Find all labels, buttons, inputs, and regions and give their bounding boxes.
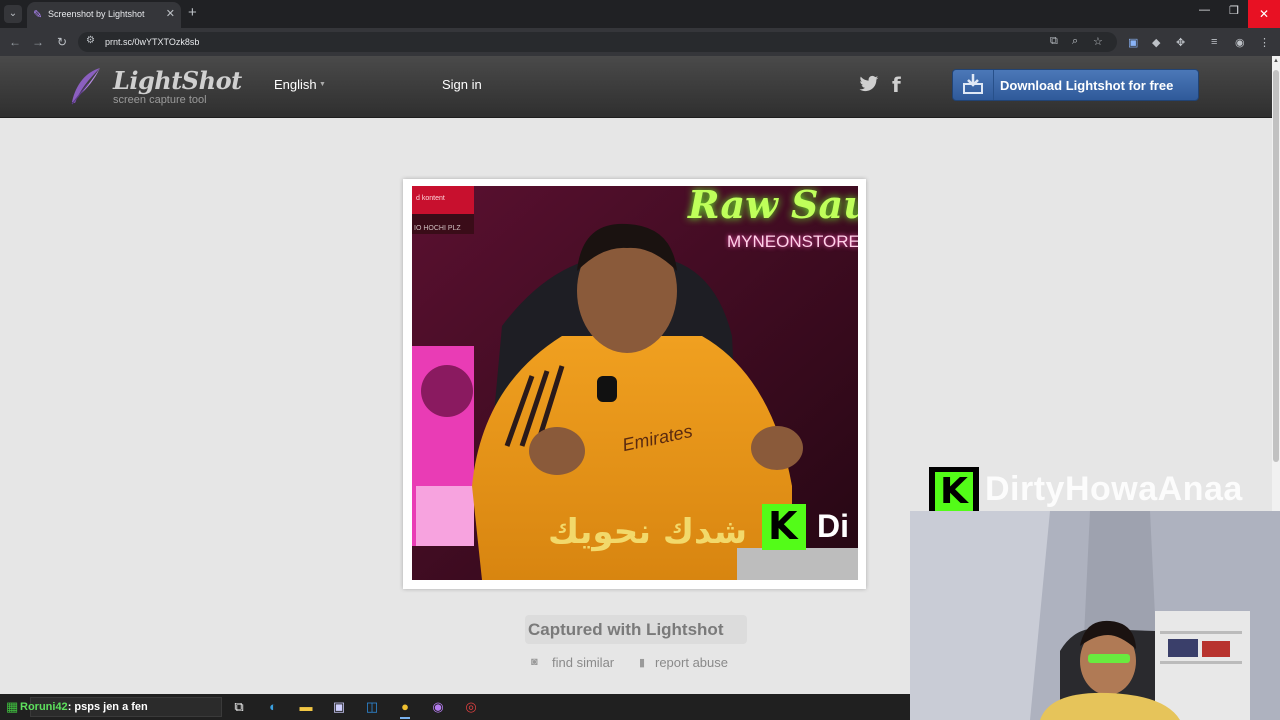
install-app-icon[interactable]: ⧉ — [1050, 35, 1058, 48]
profile-icon[interactable]: ◉ — [1235, 36, 1245, 49]
streamer-name: DirtyHowaAnaa — [985, 470, 1243, 508]
report-abuse-link[interactable]: report abuse — [655, 655, 728, 670]
search-user: Roruni42 — [20, 701, 68, 713]
download-button-label: Download Lightshot for free — [1000, 78, 1174, 93]
arabic-caption: شدك نحويك — [548, 512, 748, 552]
twitter-icon[interactable] — [859, 75, 879, 93]
browser-tab[interactable]: ✎ Screenshot by Lightshot ✕ — [27, 2, 181, 28]
scrollbar-thumb[interactable] — [1273, 70, 1279, 462]
kick-letter: K — [768, 504, 798, 548]
webcam-scene — [910, 511, 1280, 720]
new-tab-icon[interactable]: + — [188, 5, 197, 21]
camera-icon: ◙ — [531, 656, 538, 668]
menu-icon[interactable]: ⋮ — [1259, 36, 1270, 49]
back-icon[interactable]: ← — [9, 35, 21, 49]
chevron-down-icon[interactable]: ▼ — [319, 81, 326, 88]
forward-icon[interactable]: → — [32, 35, 44, 49]
task-view-icon[interactable]: ⧉ — [230, 698, 248, 716]
site-info-icon[interactable]: ⚙ — [86, 35, 95, 46]
store-icon[interactable]: ▣ — [330, 698, 348, 716]
kick-partial-text: Di — [817, 508, 849, 544]
kick-logo-icon: K — [935, 472, 973, 512]
search-message: : psps jen a fen — [67, 701, 148, 713]
messenger-icon[interactable]: ◉ — [429, 698, 447, 716]
download-button[interactable]: Download Lightshot for free — [952, 69, 1199, 101]
browser-tab-bar: ⌄ ✎ Screenshot by Lightshot ✕ + — ❐ ✕ — [0, 0, 1280, 28]
tab-title: Screenshot by Lightshot — [48, 9, 145, 19]
flag-icon: ▮ — [639, 657, 646, 669]
logo-subtitle: screen capture tool — [113, 94, 207, 106]
corner-label-bottom: IO HOCHI PLZ — [414, 225, 461, 232]
screenshot-image[interactable]: d kontent IO HOCHI PLZ Raw Sauce MYNEONS… — [412, 186, 858, 580]
find-similar-link[interactable]: find similar — [552, 655, 614, 670]
download-icon — [963, 70, 994, 100]
feather-logo-icon — [71, 68, 100, 105]
language-selector[interactable]: English — [274, 77, 317, 92]
restore-icon[interactable]: ❐ — [1229, 4, 1239, 17]
address-bar[interactable]: ⚙ prnt.sc/0wYTXTOzk8sb ⧉ ⌕ ☆ — [78, 32, 1117, 52]
chrome-icon[interactable]: ● — [396, 698, 414, 719]
tab-close-icon[interactable]: ✕ — [166, 7, 175, 20]
window-close-icon[interactable]: ✕ — [1248, 0, 1280, 28]
obs-icon[interactable]: ◎ — [462, 698, 480, 716]
minimize-icon[interactable]: — — [1199, 4, 1210, 16]
logo-text[interactable]: LightShot — [113, 66, 242, 95]
captured-with-lightshot[interactable]: Captured with Lightshot — [528, 620, 723, 640]
outlook-icon[interactable]: ◫ — [363, 698, 381, 716]
browser-toolbar: ← → ↻ ⚙ prnt.sc/0wYTXTOzk8sb ⧉ ⌕ ☆ ▣ ◆ ✥… — [0, 28, 1280, 56]
lightshot-header: LightShot screen capture tool English ▼ … — [0, 56, 1272, 118]
bookmark-star-icon[interactable]: ☆ — [1093, 35, 1103, 48]
taskbar-search-text: Roruni42: psps jen a fen — [20, 701, 148, 713]
reading-list-icon[interactable]: ≡ — [1211, 36, 1217, 48]
edge-icon[interactable]: ◐ — [264, 698, 282, 716]
scroll-up-icon[interactable]: ▲ — [1272, 58, 1280, 64]
neon-sign-text: Raw Sauce — [688, 186, 858, 227]
sign-in-link[interactable]: Sign in — [442, 77, 482, 92]
tab-search-icon[interactable]: ⌄ — [4, 5, 22, 23]
zoom-icon[interactable]: ⌕ — [1072, 35, 1078, 48]
lightshot-favicon-icon: ✎ — [33, 9, 43, 21]
reload-icon[interactable]: ↻ — [57, 35, 67, 49]
facebook-icon[interactable]: f — [892, 73, 901, 97]
screenshot-frame: d kontent IO HOCHI PLZ Raw Sauce MYNEONS… — [403, 179, 866, 589]
extensions-puzzle-icon[interactable]: ✥ — [1176, 36, 1185, 49]
extension-diamond-icon[interactable]: ◆ — [1152, 36, 1160, 49]
webcam-overlay — [910, 511, 1280, 720]
windows-start-icon[interactable]: ▦ — [6, 699, 18, 715]
file-explorer-icon[interactable]: ▬ — [297, 698, 315, 716]
corner-label-top: d kontent — [416, 195, 445, 202]
url-text[interactable]: prnt.sc/0wYTXTOzk8sb — [105, 37, 199, 47]
translate-icon[interactable]: ▣ — [1128, 36, 1138, 49]
neon-store-text: MYNEONSTORE — [727, 232, 858, 251]
